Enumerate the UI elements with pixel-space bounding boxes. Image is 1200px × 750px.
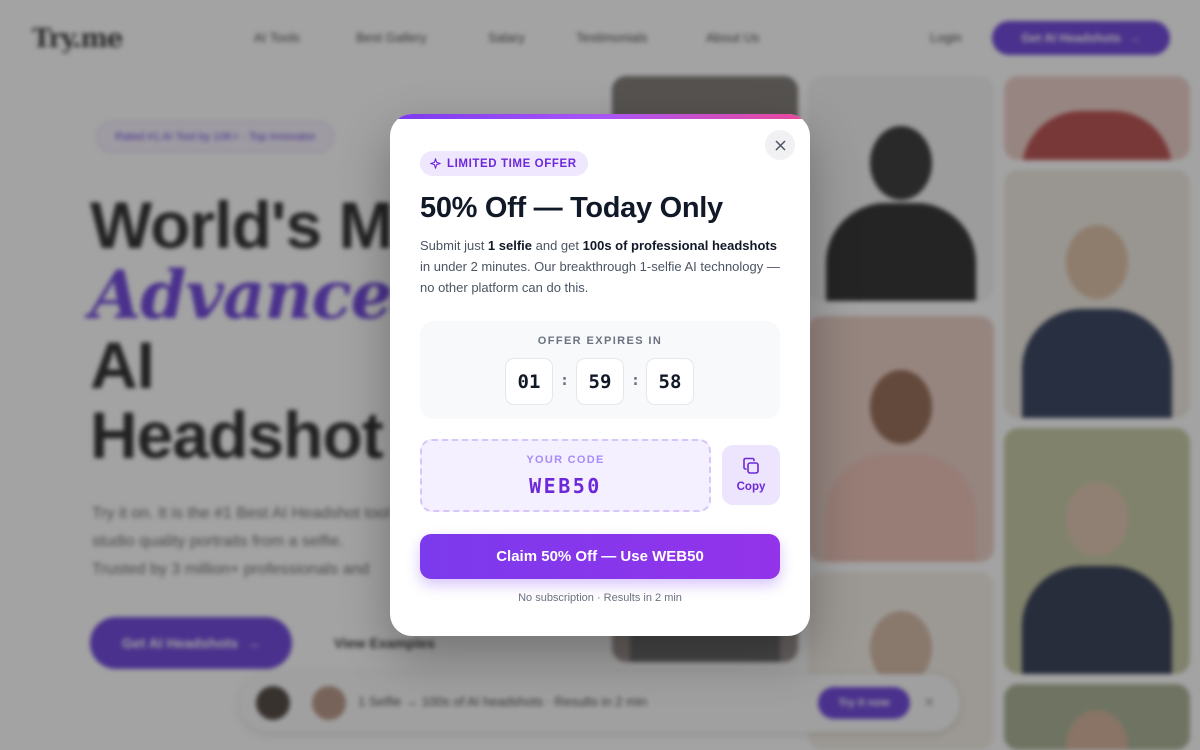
claim-offer-button[interactable]: Claim 50% Off — Use WEB50	[420, 534, 780, 579]
modal-footnote: No subscription · Results in 2 min	[518, 592, 682, 604]
copy-label: Copy	[736, 481, 766, 493]
copy-code-button[interactable]: Copy	[722, 445, 780, 505]
timer-minutes: 59	[576, 358, 624, 405]
copy-icon	[743, 457, 759, 474]
timer-separator: :	[631, 371, 641, 389]
limited-offer-label: LIMITED TIME OFFER	[447, 157, 577, 170]
close-button[interactable]	[765, 130, 795, 160]
timer-seconds: 58	[646, 358, 694, 405]
promo-code-label: YOUR CODE	[526, 454, 605, 466]
desc-text: Submit just	[420, 238, 488, 253]
offer-modal: LIMITED TIME OFFER 50% Off — Today Only …	[390, 114, 810, 636]
desc-bold: 1 selfie	[487, 238, 533, 253]
limited-offer-badge: LIMITED TIME OFFER	[420, 151, 588, 176]
promo-code-box[interactable]: YOUR CODE WEB50	[420, 439, 711, 512]
modal-title: 50% Off — Today Only	[420, 192, 723, 224]
modal-description: Submit just 1 selfie and get 100s of pro…	[420, 235, 785, 298]
countdown-timer: OFFER EXPIRES IN 01 : 59 : 58	[420, 321, 780, 419]
sparkle-icon	[430, 158, 441, 169]
modal-accent-bar	[390, 114, 810, 119]
timer-separator: :	[560, 371, 570, 389]
desc-bold: 100s of professional headshots	[582, 238, 777, 253]
timer-label: OFFER EXPIRES IN	[537, 335, 663, 347]
timer-hours: 01	[505, 358, 553, 405]
desc-text: in under 2 minutes. Our breakthrough 1-s…	[420, 259, 780, 295]
desc-text: and get	[532, 238, 583, 253]
close-icon	[775, 140, 785, 150]
promo-code-value[interactable]: WEB50	[422, 474, 709, 498]
